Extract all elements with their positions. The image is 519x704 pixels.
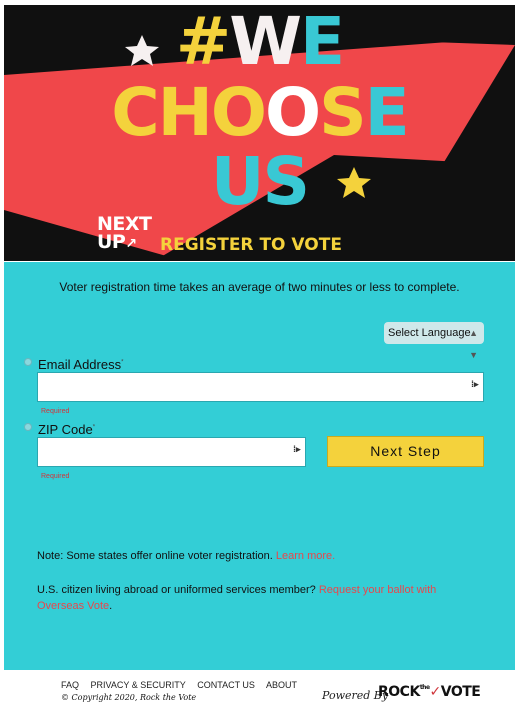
hero-line-us: US [210, 143, 310, 220]
language-select[interactable]: Select Language ▲ ▼ [384, 322, 484, 360]
rock-the-vote-logo[interactable]: ROCKthe✓VOTE [378, 684, 481, 700]
hero-line-choose: CHOOSE [111, 74, 410, 151]
overseas-note: U.S. citizen living abroad or uniformed … [37, 584, 437, 612]
zip-required-text: Required [41, 473, 70, 480]
footer-nav: FAQ PRIVACY & SECURITY CONTACT US ABOUT [61, 680, 306, 690]
online-registration-note: Note: Some states offer online voter reg… [37, 550, 336, 562]
hero-line-hashtag: #WE [175, 5, 345, 80]
footer-link-contact[interactable]: CONTACT US [197, 680, 255, 690]
updown-chevron-icon: ▲ ▼ [469, 328, 478, 360]
footer-link-privacy[interactable]: PRIVACY & SECURITY [91, 680, 186, 690]
password-manager-icon[interactable]: ⁞▸ [471, 379, 479, 389]
email-required-text: Required [41, 408, 70, 415]
language-select-value: Select Language [388, 327, 471, 339]
next-up-logo: NEXT UP↗ [97, 213, 152, 253]
learn-more-link[interactable]: Learn more. [276, 550, 335, 562]
password-manager-icon[interactable]: ⁞▸ [293, 444, 301, 454]
zip-field[interactable]: ⁞▸ [37, 437, 306, 467]
help-icon [24, 423, 32, 431]
registration-form: Voter registration time takes an average… [4, 262, 515, 670]
help-icon [24, 358, 32, 366]
email-field[interactable]: ⁞▸ [37, 372, 484, 402]
register-to-vote-text: REGISTER TO VOTE [160, 235, 342, 255]
zip-label: ZIP Code* [38, 422, 96, 437]
footer-link-about[interactable]: ABOUT [266, 680, 297, 690]
footer-link-faq[interactable]: FAQ [61, 680, 79, 690]
copyright-text: © Copyright 2020, Rock the Vote [61, 693, 197, 702]
email-label: Email Address* [38, 357, 124, 372]
hero-banner: #WE CHOOSE US NEXT UP↗ REGISTER TO VOTE [4, 5, 515, 261]
next-step-button[interactable]: Next Step [327, 436, 484, 467]
intro-text: Voter registration time takes an average… [59, 280, 460, 294]
